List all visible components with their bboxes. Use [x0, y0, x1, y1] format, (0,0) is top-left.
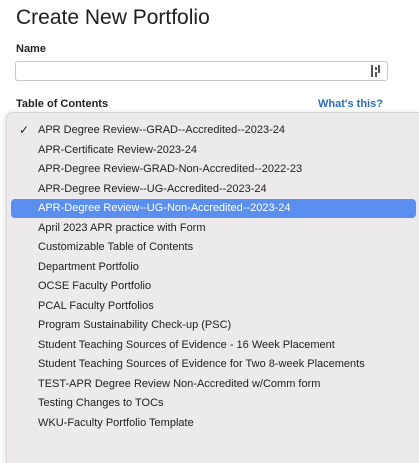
toc-option-label: April 2023 APR practice with Form	[38, 221, 206, 234]
toc-option[interactable]: APR-Degree Review-GRAD-Non-Accredited--2…	[11, 160, 416, 179]
toc-option[interactable]: PCAL Faculty Portfolios	[11, 297, 416, 316]
toc-option-label: WKU-Faculty Portfolio Template	[38, 416, 194, 429]
toc-option-label: APR Degree Review--GRAD--Accredited--202…	[38, 124, 285, 136]
toc-option[interactable]: APR-Certificate Review-2023-24	[11, 141, 416, 160]
toc-option-label: OCSE Faculty Portfolio	[38, 280, 152, 292]
toc-option-label: APR-Degree Review--UG-Accredited--2023-2…	[38, 182, 267, 195]
toc-option[interactable]: Testing Changes to TOCs	[11, 394, 416, 413]
toc-option[interactable]: TEST-APR Degree Review Non-Accredited w/…	[11, 375, 416, 394]
toc-option-label: Department Portfolio	[38, 260, 139, 273]
toc-option-label: TEST-APR Degree Review Non-Accredited w/…	[38, 377, 321, 390]
toc-option[interactable]: APR-Degree Review--UG-Accredited--2023-2…	[11, 180, 416, 199]
toc-option-label: Program Sustainability Check-up (PSC)	[38, 319, 232, 331]
toc-option[interactable]: APR-Degree Review--UG-Non-Accredited--20…	[11, 199, 416, 218]
toc-option[interactable]: OCSE Faculty Portfolio	[11, 277, 416, 296]
toc-option[interactable]: ✓ APR Degree Review--GRAD--Accredited--20…	[11, 121, 416, 140]
toc-option-label: APR-Certificate Review-2023-24	[38, 143, 197, 156]
name-input[interactable]	[15, 61, 388, 81]
toc-label: Table of Contents	[16, 98, 109, 110]
toc-option-label: Customizable Table of Contents	[38, 241, 194, 253]
toc-option[interactable]: Student Teaching Sources of Evidence - 1…	[11, 336, 416, 355]
toc-option-label: PCAL Faculty Portfolios	[38, 299, 154, 312]
toc-option[interactable]: Customizable Table of Contents	[11, 238, 416, 257]
toc-option-label: Testing Changes to TOCs	[38, 397, 164, 409]
toc-dropdown-menu[interactable]: ✓ APR Degree Review--GRAD--Accredited--20…	[6, 112, 419, 463]
checkmark-icon: ✓	[19, 123, 30, 137]
toc-option-label: Student Teaching Sources of Evidence - 1…	[38, 338, 335, 351]
toc-option-label: APR-Degree Review-GRAD-Non-Accredited--2…	[38, 163, 303, 175]
toc-option[interactable]: April 2023 APR practice with Form	[11, 219, 416, 238]
whats-this-link[interactable]: What's this?	[318, 98, 383, 110]
toc-option-label: Student Teaching Sources of Evidence for…	[38, 358, 365, 370]
toc-option[interactable]: Department Portfolio	[11, 258, 416, 277]
toc-option[interactable]: Student Teaching Sources of Evidence for…	[11, 355, 416, 374]
toc-option-label: APR-Degree Review--UG-Non-Accredited--20…	[38, 202, 291, 214]
name-label: Name	[16, 43, 46, 55]
page-title: Create New Portfolio	[16, 6, 210, 29]
toc-option[interactable]: WKU-Faculty Portfolio Template	[11, 414, 416, 433]
password-manager-icon[interactable]	[371, 65, 381, 77]
toc-option[interactable]: Program Sustainability Check-up (PSC)	[11, 316, 416, 335]
